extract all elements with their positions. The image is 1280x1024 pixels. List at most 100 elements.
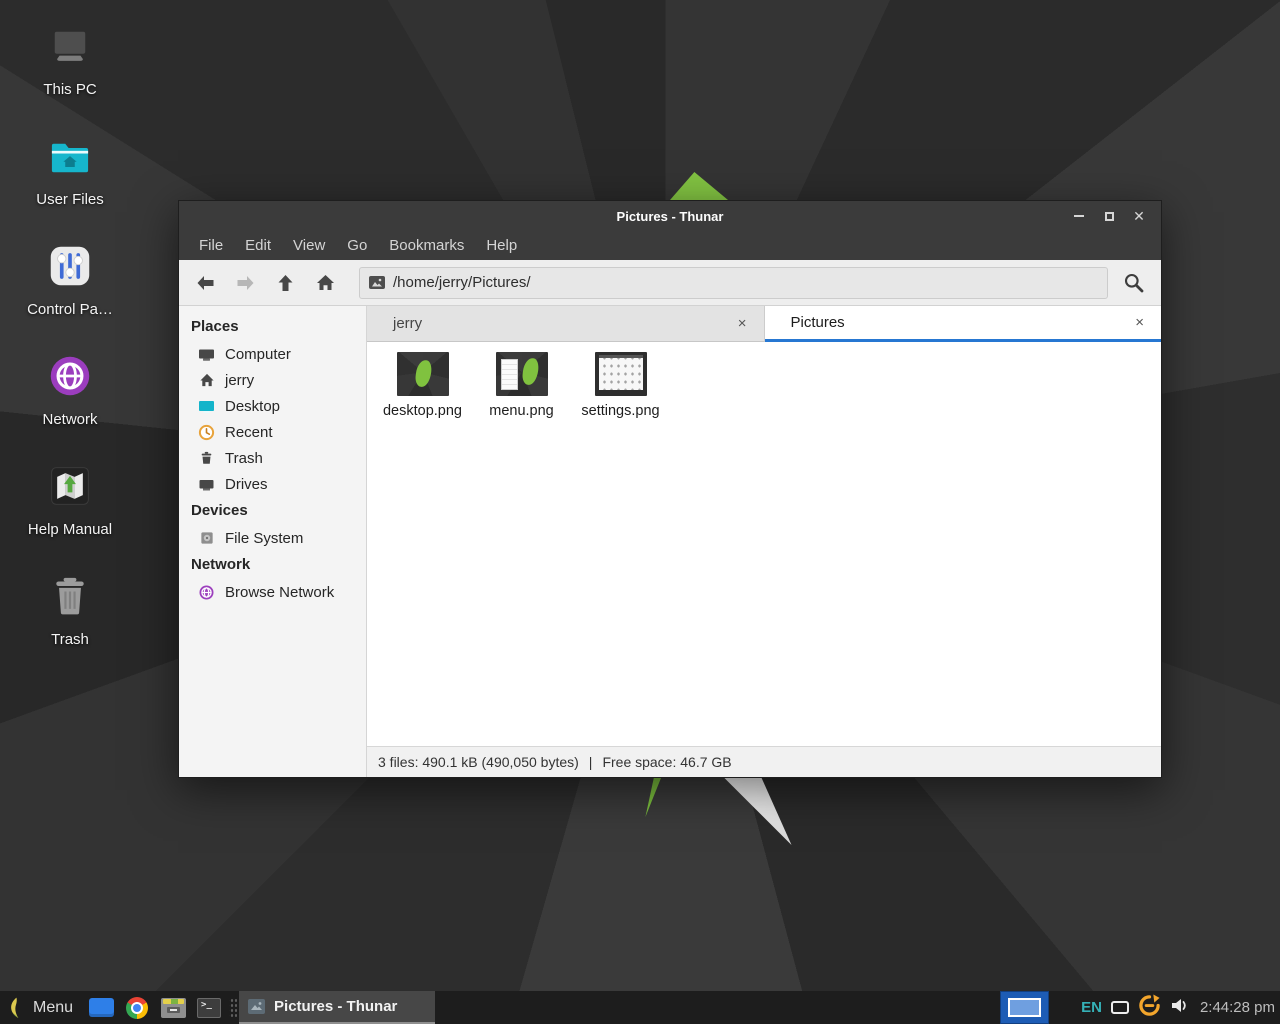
sidebar-item-browse-network[interactable]: Browse Network bbox=[179, 579, 366, 605]
active-workspace bbox=[1008, 998, 1041, 1017]
file-menu-png[interactable]: menu.png bbox=[472, 349, 571, 419]
status-separator: | bbox=[589, 754, 593, 770]
chrome-icon bbox=[126, 997, 148, 1019]
mint-logo-icon bbox=[7, 996, 24, 1020]
sidebar-item-desktop[interactable]: Desktop bbox=[179, 393, 366, 419]
clock[interactable]: 2:44:28 pm bbox=[1198, 999, 1275, 1016]
map-arrow-icon bbox=[48, 464, 92, 513]
tab-label: Pictures bbox=[791, 314, 1131, 331]
sidebar-item-drives[interactable]: Drives bbox=[179, 471, 366, 497]
minimize-button[interactable] bbox=[1067, 205, 1091, 227]
back-button[interactable] bbox=[189, 266, 222, 300]
desktop-icon-help-manual[interactable]: Help Manual bbox=[18, 462, 122, 538]
sidebar-header-devices: Devices bbox=[179, 497, 366, 525]
menu-panel-graphic bbox=[501, 359, 518, 390]
forward-button[interactable] bbox=[229, 266, 262, 300]
close-button[interactable]: ✕ bbox=[1127, 205, 1151, 227]
maximize-button[interactable] bbox=[1097, 205, 1121, 227]
sidebar-item-label: Trash bbox=[225, 450, 263, 467]
sidebar-item-label: Recent bbox=[225, 424, 273, 441]
workspace-switcher[interactable] bbox=[1000, 991, 1049, 1024]
sidebar-item-recent[interactable]: Recent bbox=[179, 419, 366, 445]
taskbar: Menu >_ Pictures - Thunar EN 2:44:28 pm bbox=[0, 991, 1280, 1024]
menu-view[interactable]: View bbox=[282, 237, 336, 254]
status-free-space: Free space: 46.7 GB bbox=[602, 754, 731, 770]
menu-bar: File Edit View Go Bookmarks Help bbox=[179, 231, 1161, 260]
main-pane: jerry × Pictures × desktop.png menu.png bbox=[367, 306, 1161, 777]
terminal-icon: >_ bbox=[197, 998, 221, 1018]
volume-icon[interactable] bbox=[1170, 997, 1189, 1019]
desktop-icon-label: User Files bbox=[36, 191, 104, 208]
clock-icon bbox=[198, 424, 215, 441]
show-desktop-button[interactable] bbox=[83, 991, 119, 1024]
taskbar-window-button[interactable]: Pictures - Thunar bbox=[239, 991, 435, 1024]
start-menu-button[interactable]: Menu bbox=[0, 991, 83, 1024]
keyboard-layout-indicator[interactable]: EN bbox=[1081, 999, 1102, 1016]
desktop-icon-column: This PC User Files Control Pa… Network H… bbox=[18, 22, 122, 682]
menu-go[interactable]: Go bbox=[336, 237, 378, 254]
display-icon[interactable] bbox=[1111, 1001, 1129, 1014]
desktop-icon-user-files[interactable]: User Files bbox=[18, 132, 122, 208]
up-button[interactable] bbox=[269, 266, 302, 300]
settings-grid-graphic bbox=[599, 355, 643, 390]
desktop-icon-label: Trash bbox=[51, 631, 89, 648]
laptop-icon bbox=[47, 28, 93, 73]
drive-icon bbox=[198, 476, 215, 493]
sidebar-item-label: File System bbox=[225, 530, 303, 547]
home-button[interactable] bbox=[309, 266, 342, 300]
tab-bar: jerry × Pictures × bbox=[367, 306, 1161, 342]
show-desktop-icon bbox=[89, 998, 114, 1017]
desktop-icon-trash[interactable]: Trash bbox=[18, 572, 122, 648]
window-titlebar[interactable]: Pictures - Thunar ✕ bbox=[179, 201, 1161, 231]
search-button[interactable] bbox=[1115, 266, 1151, 300]
menu-bookmarks[interactable]: Bookmarks bbox=[378, 237, 475, 254]
desktop-icon-control-panel[interactable]: Control Pa… bbox=[18, 242, 122, 318]
forward-arrow-icon bbox=[236, 275, 255, 291]
status-files-summary: 3 files: 490.1 kB (490,050 bytes) bbox=[378, 754, 579, 770]
trash-icon bbox=[198, 450, 215, 467]
chrome-launcher[interactable] bbox=[119, 991, 155, 1024]
sidebar-item-file-system[interactable]: File System bbox=[179, 525, 366, 551]
file-desktop-png[interactable]: desktop.png bbox=[373, 349, 472, 419]
tab-close-icon[interactable]: × bbox=[733, 315, 752, 332]
tasklist-handle[interactable] bbox=[229, 997, 237, 1019]
menu-help[interactable]: Help bbox=[475, 237, 528, 254]
file-name: menu.png bbox=[489, 403, 554, 419]
status-bar: 3 files: 490.1 kB (490,050 bytes) | Free… bbox=[367, 746, 1161, 777]
network-globe-icon bbox=[198, 584, 215, 601]
sidebar-item-computer[interactable]: Computer bbox=[179, 341, 366, 367]
window-title: Pictures - Thunar bbox=[179, 209, 1161, 224]
window-controls: ✕ bbox=[1067, 205, 1161, 227]
file-name: desktop.png bbox=[383, 403, 462, 419]
taskbar-window-label: Pictures - Thunar bbox=[274, 998, 397, 1015]
desktop-icon-this-pc[interactable]: This PC bbox=[18, 22, 122, 98]
file-view[interactable]: desktop.png menu.png settings.png bbox=[367, 342, 1161, 746]
minimize-icon bbox=[1074, 215, 1084, 217]
tab-label: jerry bbox=[393, 315, 733, 332]
sidebar-item-trash[interactable]: Trash bbox=[179, 445, 366, 471]
desktop-icon-network[interactable]: Network bbox=[18, 352, 122, 428]
sidebar-item-jerry[interactable]: jerry bbox=[179, 367, 366, 393]
file-settings-png[interactable]: settings.png bbox=[571, 349, 670, 419]
update-manager-icon[interactable] bbox=[1138, 994, 1161, 1022]
sidebar-item-label: Desktop bbox=[225, 398, 280, 415]
path-bar[interactable] bbox=[359, 267, 1108, 299]
image-thumbnail bbox=[595, 352, 647, 396]
desktop-monitor-icon bbox=[198, 398, 215, 415]
file-manager-launcher[interactable] bbox=[155, 991, 191, 1024]
mint-leaf-graphic bbox=[521, 357, 539, 386]
sidebar-header-places: Places bbox=[179, 313, 366, 341]
terminal-launcher[interactable]: >_ bbox=[191, 991, 227, 1024]
menu-edit[interactable]: Edit bbox=[234, 237, 282, 254]
up-arrow-icon bbox=[277, 274, 294, 292]
file-cabinet-icon bbox=[161, 998, 186, 1018]
sidebar-item-label: Drives bbox=[225, 476, 268, 493]
file-name: settings.png bbox=[581, 403, 659, 419]
tab-jerry[interactable]: jerry × bbox=[367, 306, 765, 342]
menu-file[interactable]: File bbox=[188, 237, 234, 254]
sidebar-header-network: Network bbox=[179, 551, 366, 579]
tab-close-icon[interactable]: × bbox=[1130, 314, 1149, 331]
path-input[interactable] bbox=[393, 274, 1098, 291]
tab-pictures[interactable]: Pictures × bbox=[765, 306, 1162, 342]
close-icon: ✕ bbox=[1133, 209, 1145, 223]
